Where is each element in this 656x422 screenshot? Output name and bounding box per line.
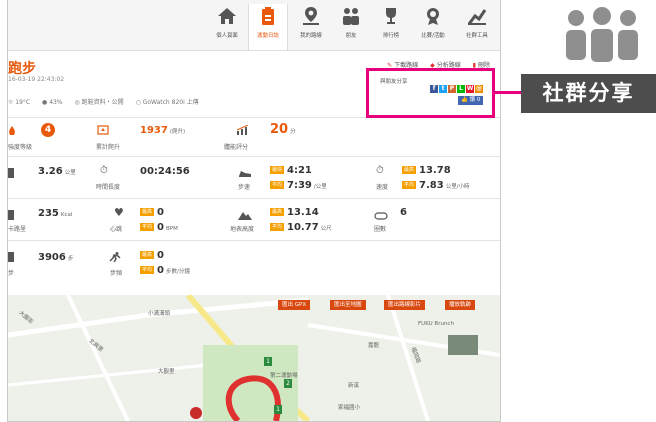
- map-pin-icon: [190, 407, 202, 419]
- climb-icon: [97, 125, 109, 135]
- route-map[interactable]: 匯出 GPX 匯出至地圖 匯出路線影片 播放軌跡 小溝溝頭 大園街 北興里 大觀…: [8, 295, 500, 421]
- home-icon: [218, 8, 236, 24]
- map-label: 第二運動場: [270, 373, 298, 379]
- map-label: 嘉龍: [368, 343, 380, 349]
- play-track-button[interactable]: 播放軌跡: [445, 300, 476, 310]
- nav-item-log[interactable]: 運動日誌: [248, 4, 288, 50]
- nav-item-tools[interactable]: 社群工具: [458, 4, 496, 48]
- intensity-badge: 4: [41, 123, 55, 137]
- map-label: 小溝溝頭: [148, 311, 171, 317]
- fitness-value: 20 分: [270, 122, 296, 137]
- trophy-icon: [386, 8, 396, 24]
- calorie-icon: [8, 210, 14, 220]
- intensity-label: 強度等級: [8, 144, 33, 151]
- divider: [8, 240, 500, 241]
- activity-panel: 個人頁面 運動日誌 我的路線 朋友 排行榜 比賽/活動 社群工具 跑步 16-0…: [7, 0, 501, 422]
- meta-temperature: ☼ 19°C: [8, 99, 31, 106]
- activity-title: 跑步: [8, 61, 36, 77]
- route-marker[interactable]: 1: [264, 357, 272, 366]
- pace-best: 最快 4:21: [270, 165, 312, 176]
- calorie-label: 卡路里: [8, 226, 27, 233]
- map-label: 大觀里: [158, 369, 175, 375]
- export-gpx-button[interactable]: 匯出 GPX: [278, 300, 311, 310]
- nav-item-events[interactable]: 比賽/活動: [414, 4, 452, 48]
- duration-value: 00:24:56: [140, 166, 190, 177]
- meta-humidity: ● 43%: [42, 99, 63, 106]
- route-pin-icon: [303, 7, 319, 25]
- fitness-label: 體能評分: [224, 144, 249, 151]
- pace-avg: 平均 7:39/公里: [270, 180, 327, 191]
- heart-rate-max: 最高 0: [140, 207, 164, 218]
- speed-icon: ⏱: [376, 165, 384, 176]
- meta-privacy: ◎ 跑鞋資料・公開: [74, 99, 124, 106]
- shoe-icon: [239, 171, 251, 177]
- activity-datetime: 16-03-19 22:43:02: [8, 76, 65, 83]
- climb-value: 1937 (爬升): [140, 125, 186, 136]
- steps-label: 步: [8, 270, 15, 277]
- distance-value: 3.26 公里: [38, 166, 76, 177]
- altitude-label: 地表高度: [230, 226, 255, 233]
- speed-best: 最高 13.78: [402, 165, 451, 176]
- fitness-chart-icon: [236, 125, 249, 135]
- share-highlight-box: [366, 68, 495, 118]
- map-roads: [8, 295, 500, 421]
- top-navigation: 個人頁面 運動日誌 我的路線 朋友 排行榜 比賽/活動 社群工具: [8, 0, 500, 51]
- people-group-icon: [566, 7, 638, 62]
- nav-item-routes[interactable]: 我的路線: [292, 4, 330, 48]
- altitude-max: 最高 13.14: [270, 207, 319, 218]
- social-share-callout: 社群分享: [521, 74, 656, 113]
- laps-label: 圈數: [374, 226, 387, 233]
- divider: [8, 198, 500, 199]
- speed-label: 速度: [376, 184, 389, 191]
- activity-meta: ☼ 19°C ● 43% ◎ 跑鞋資料・公開 ○ GoWatch 820i 上傳: [8, 97, 209, 106]
- heart-rate-avg: 平均 0 BPM: [140, 222, 178, 233]
- export-video-button[interactable]: 匯出路線影片: [384, 300, 426, 310]
- notebook-icon: [262, 7, 274, 25]
- stopwatch-icon: ⏱: [100, 165, 108, 176]
- calorie-value: 235 Kcal: [38, 208, 73, 219]
- nav-item-friends[interactable]: 朋友: [332, 4, 370, 48]
- map-label: FUKU Brunch: [418, 321, 454, 327]
- altitude-avg: 平均 10.77 公尺: [270, 222, 332, 233]
- meta-device: ○ GoWatch 820i 上傳: [135, 99, 199, 106]
- steps-value: 3906 步: [38, 252, 74, 263]
- divider: [8, 156, 500, 157]
- mountain-icon: [238, 212, 252, 220]
- heart-icon: ♥: [114, 206, 124, 219]
- map-label: 家福國小: [338, 405, 361, 411]
- heart-rate-label: 心跳: [110, 226, 123, 233]
- export-map-button[interactable]: 匯出至地圖: [330, 300, 366, 310]
- friends-icon: [343, 8, 359, 25]
- route-marker[interactable]: 1: [274, 405, 282, 414]
- route-marker[interactable]: 2: [284, 379, 292, 388]
- climb-label: 累計爬升: [96, 144, 121, 151]
- pace-label: 步速: [238, 184, 251, 191]
- steps-icon: [8, 252, 14, 262]
- runner-icon: [109, 252, 121, 262]
- map-label: 新溪: [348, 383, 360, 389]
- cadence-avg: 平均 0 步數/分鐘: [140, 265, 190, 276]
- speed-avg: 平均 7.83 公里/小時: [402, 180, 470, 191]
- laps-value: 6: [400, 207, 407, 218]
- road-icon: [8, 168, 14, 178]
- duration-label: 時間長度: [96, 184, 121, 191]
- callout-connector: [495, 91, 521, 94]
- medal-icon: [427, 8, 439, 25]
- chart-tool-icon: [467, 9, 487, 25]
- cadence-label: 步頻: [110, 270, 123, 277]
- flame-icon: [9, 126, 15, 135]
- cadence-max: 最高 0: [140, 250, 164, 261]
- lap-icon: [374, 212, 388, 220]
- nav-item-home[interactable]: 個人頁面: [208, 4, 246, 48]
- nav-item-ranking[interactable]: 排行榜: [372, 4, 410, 48]
